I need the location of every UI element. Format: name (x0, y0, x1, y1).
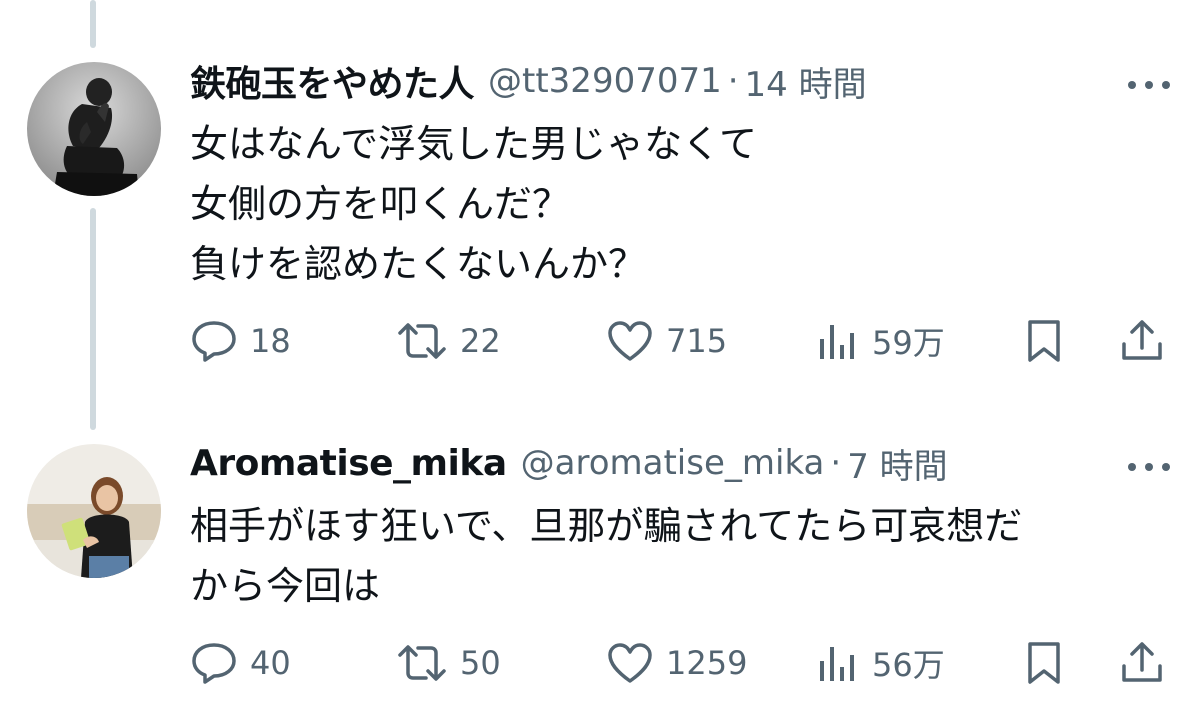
like-button[interactable]: 1259 (606, 641, 747, 685)
retweet-icon (398, 645, 446, 681)
bookmark-icon (1028, 320, 1060, 362)
share-icon (1122, 642, 1162, 682)
bookmark-button[interactable] (1022, 318, 1066, 364)
reply-count: 18 (250, 322, 291, 360)
views-chart-icon (820, 647, 854, 681)
tweet-header: Aromatise_mika @aromatise_mika · 7 時間 (190, 438, 1180, 488)
share-button[interactable] (1118, 640, 1166, 686)
more-icon[interactable] (1128, 70, 1170, 100)
retweet-count: 22 (460, 322, 501, 360)
views-count: 59万 (872, 324, 945, 362)
tweet-text: 相手がほす狂いで、旦那が騙されてたら可哀想だ から今回は (190, 504, 1023, 608)
reply-button[interactable]: 18 (190, 319, 291, 363)
avatar[interactable] (27, 62, 161, 196)
timestamp[interactable]: 7 時間 (847, 439, 947, 488)
like-button[interactable]: 715 (606, 319, 727, 363)
separator-dot: · (727, 61, 739, 101)
reply-button[interactable]: 40 (190, 641, 291, 685)
action-bar: 40 50 1259 56万 (190, 638, 1170, 688)
heart-icon (608, 321, 652, 361)
views-chart-icon (820, 325, 854, 359)
tweet-header: 鉄砲玉をやめた人 @tt32907071 · 14 時間 (190, 56, 1180, 106)
avatar[interactable] (27, 444, 161, 578)
views-count: 56万 (872, 646, 945, 684)
action-bar: 18 22 715 59万 (190, 316, 1170, 366)
like-count: 1259 (666, 644, 748, 682)
reply-count: 40 (250, 644, 291, 682)
retweet-icon (398, 323, 446, 359)
display-name[interactable]: 鉄砲玉をやめた人 (190, 55, 475, 107)
more-icon[interactable] (1128, 452, 1170, 482)
share-button[interactable] (1118, 318, 1166, 364)
reply-icon (192, 321, 236, 362)
like-count: 715 (666, 322, 728, 360)
bookmark-icon (1028, 642, 1060, 684)
bookmark-button[interactable] (1022, 640, 1066, 686)
separator-dot: · (830, 443, 842, 483)
tweet-text: 女はなんで浮気した男じゃなくて 女側の方を叩くんだ？ 負けを認めたくないんか？ (190, 122, 757, 286)
retweet-button[interactable]: 22 (396, 319, 501, 363)
retweet-count: 50 (460, 644, 501, 682)
woman-holding-book-avatar-icon (27, 444, 161, 578)
reply-icon (192, 643, 236, 684)
user-handle[interactable]: @tt32907071 (488, 61, 722, 101)
user-handle[interactable]: @aromatise_mika (521, 443, 825, 483)
views-button[interactable]: 59万 (816, 318, 945, 364)
timestamp[interactable]: 14 時間 (745, 57, 867, 106)
share-icon (1122, 320, 1162, 360)
display-name[interactable]: Aromatise_mika (190, 443, 507, 484)
retweet-button[interactable]: 50 (396, 641, 501, 685)
tweet[interactable]: 鉄砲玉をやめた人 @tt32907071 · 14 時間 女はなんで浮気した男じ… (0, 0, 1200, 430)
tweet[interactable]: Aromatise_mika @aromatise_mika · 7 時間 相手… (0, 430, 1200, 728)
views-button[interactable]: 56万 (816, 640, 945, 686)
heart-icon (608, 643, 652, 683)
thinker-statue-avatar-icon (27, 62, 161, 196)
